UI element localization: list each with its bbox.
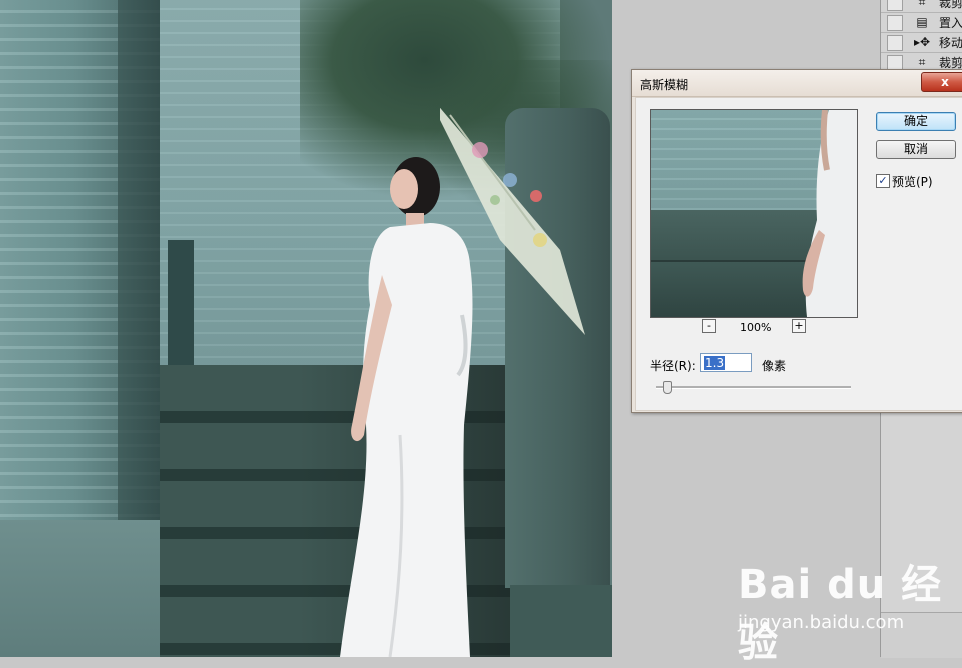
preview-checkbox[interactable]: ✓ (876, 174, 890, 188)
watermark-brand: Bai du 经验 (738, 562, 943, 666)
zoom-level: 100% (740, 321, 772, 334)
dialog-title: 高斯模糊 (640, 78, 689, 92)
gaussian-blur-dialog: 高斯模糊 x - 100% + 确定 取消 ✓ 预览(P) 半径(R): 1.3… (631, 69, 962, 413)
ok-button[interactable]: 确定 (876, 112, 956, 131)
radius-input[interactable]: 1.3 (700, 353, 752, 372)
panel-row-label: 置入 (939, 16, 962, 30)
radius-value: 1.3 (704, 356, 726, 370)
close-icon: x (941, 75, 949, 89)
move-icon: ▸✥ (913, 35, 931, 49)
cancel-button[interactable]: 取消 (876, 140, 956, 159)
zoom-out-button[interactable]: - (702, 319, 716, 333)
woman-in-white-qipao (340, 157, 473, 657)
radius-label: 半径(R): (650, 359, 696, 373)
close-button[interactable]: x (921, 72, 962, 92)
panel-row[interactable]: ▸✥ 移动 (881, 32, 962, 53)
panel-checkbox[interactable] (887, 0, 903, 11)
dialog-body: - 100% + 确定 取消 ✓ 预览(P) 半径(R): 1.3 像素 (635, 97, 962, 411)
doorway-frame (168, 240, 194, 370)
panel-row-label: 移动 (939, 36, 962, 50)
dialog-titlebar[interactable]: 高斯模糊 x (632, 70, 962, 97)
radius-slider-track[interactable] (656, 386, 851, 389)
crop-icon: ⌗ (918, 55, 926, 69)
unit-label: 像素 (762, 359, 787, 373)
crop-icon: ⌗ (918, 0, 926, 9)
photo-canvas[interactable] (0, 0, 612, 657)
wall-edge (118, 0, 160, 540)
pillar-base (510, 585, 612, 657)
panel-row[interactable]: ▤ 置入 (881, 12, 962, 33)
watermark-url: jingyan.baidu.com (738, 612, 905, 633)
preview-label: 预览(P) (892, 175, 933, 189)
place-icon: ▤ (916, 15, 928, 29)
zoom-in-button[interactable]: + (792, 319, 806, 333)
radius-slider-thumb[interactable] (663, 381, 673, 394)
ground (0, 520, 160, 657)
panel-checkbox[interactable] (887, 35, 903, 51)
baidu-jingyan-watermark: Bai du 经验 jingyan.baidu.com (738, 552, 962, 666)
panel-row-label: 裁剪 (939, 0, 962, 10)
checkmark-icon: ✓ (878, 174, 888, 187)
preview-figure (802, 110, 857, 317)
blur-preview[interactable] (650, 109, 858, 318)
panel-checkbox[interactable] (887, 15, 903, 31)
